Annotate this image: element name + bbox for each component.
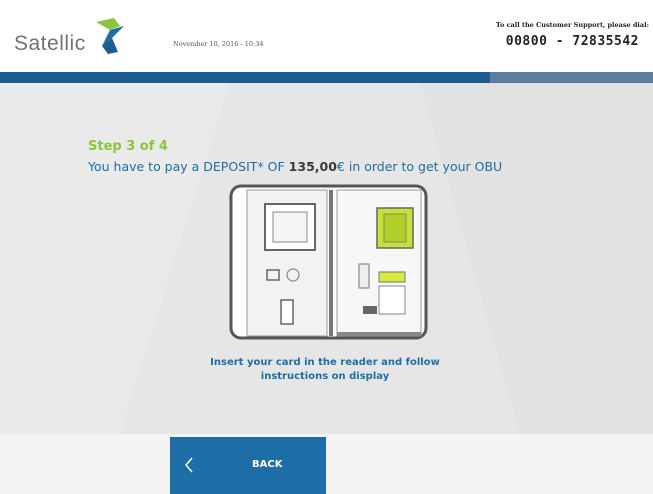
satellic-arrow-logo-icon [96,18,124,54]
footer [0,434,653,494]
back-label: BACK [252,459,283,470]
deposit-amount: 135,00 [288,159,337,174]
datetime: November 10, 2016 - 10:34 [173,40,264,48]
caption-line-1: Insert your card in the reader and follo… [210,357,440,368]
back-button[interactable]: BACK [170,437,326,494]
deposit-instruction: You have to pay a DEPOSIT* OF 135,00€ in… [88,159,502,174]
caption-line-2: instructions on display [260,371,390,382]
support-label: To call the Customer Support, please dia… [495,21,649,29]
main-panel: Step 3 of 4 You have to pay a DEPOSIT* O… [0,83,653,434]
chevron-left-icon [185,457,193,473]
payment-terminal-illustration [229,184,428,340]
instruction-caption: Insert your card in the reader and follo… [160,356,490,384]
satellic-logo: Satellic [14,14,134,60]
instruction-prefix: You have to pay a DEPOSIT* OF [88,159,289,174]
progress-fill [0,72,490,83]
logo-text: Satellic [14,32,86,55]
support-phone: 00800 - 72835542 [505,34,639,49]
header: Satellic November 10, 2016 - 10:34 To ca… [0,0,653,72]
step-label: Step 3 of 4 [88,139,168,154]
currency: € [336,159,345,174]
instruction-suffix: in order to get your OBU [344,159,503,174]
progress-bar [0,72,653,83]
